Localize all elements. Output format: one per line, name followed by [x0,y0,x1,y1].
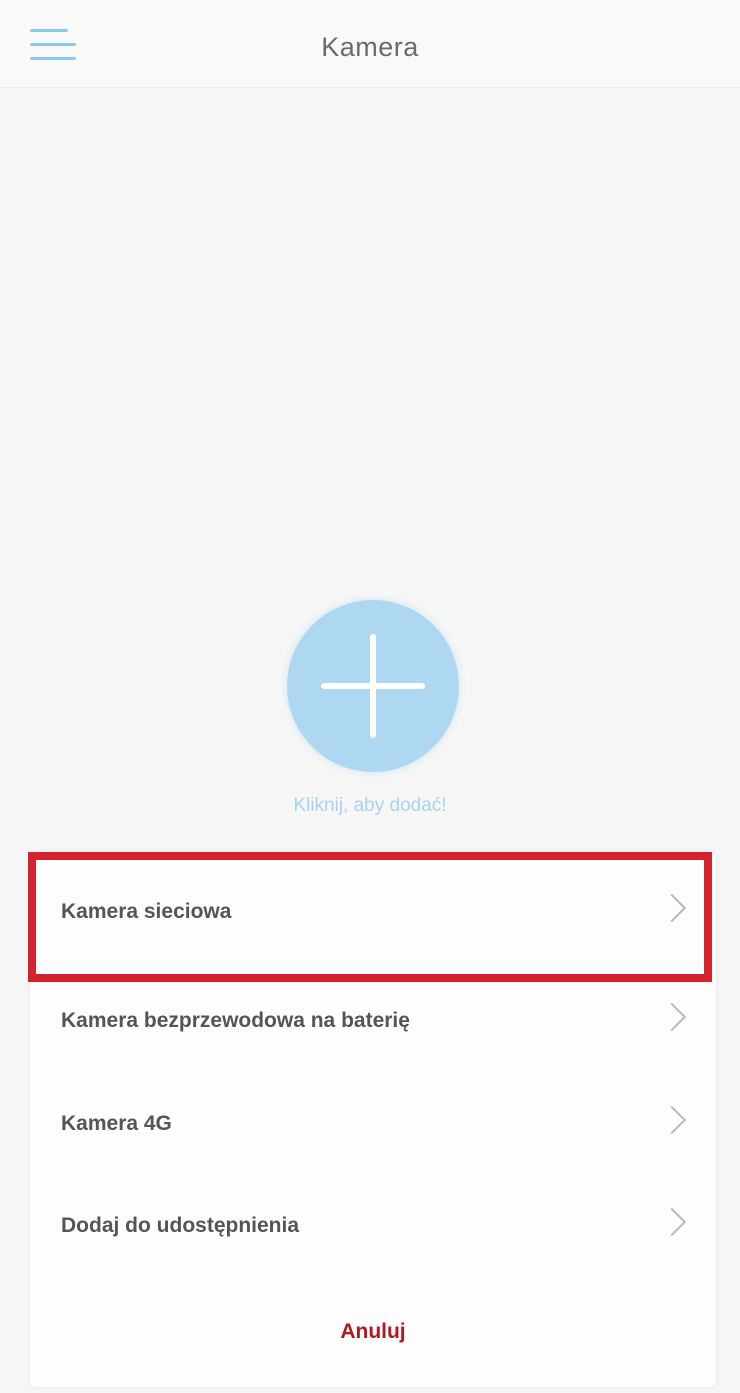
plus-icon-vertical [370,634,376,738]
option-network-camera[interactable]: Kamera sieciowa [30,860,716,964]
option-label: Dodaj do udostępnienia [61,1214,300,1237]
option-battery-camera[interactable]: Kamera bezprzewodowa na baterię [30,969,716,1073]
add-device-hint: Kliknij, aby dodać! [293,795,447,816]
add-camera-sheet: Kamera sieciowa Kamera bezprzewodowa na … [30,852,716,1387]
add-device-button[interactable] [287,600,459,772]
option-label: Kamera 4G [61,1112,172,1135]
page-title: Kamera [321,32,419,62]
top-bar: Kamera [0,0,740,88]
chevron-right-icon [657,1002,687,1032]
option-4g-camera[interactable]: Kamera 4G [30,1072,716,1176]
chevron-right-icon [657,1105,687,1135]
option-label: Kamera sieciowa [61,900,232,923]
app-screen: Kamera Kliknij, aby dodać! Kamera siecio… [0,0,740,1393]
option-label: Kamera bezprzewodowa na baterię [61,1009,410,1032]
cancel-button[interactable]: Anuluj [30,1297,716,1367]
chevron-right-icon [657,1207,687,1237]
chevron-right-icon [657,893,687,923]
option-add-share[interactable]: Dodaj do udostępnienia [30,1174,716,1278]
